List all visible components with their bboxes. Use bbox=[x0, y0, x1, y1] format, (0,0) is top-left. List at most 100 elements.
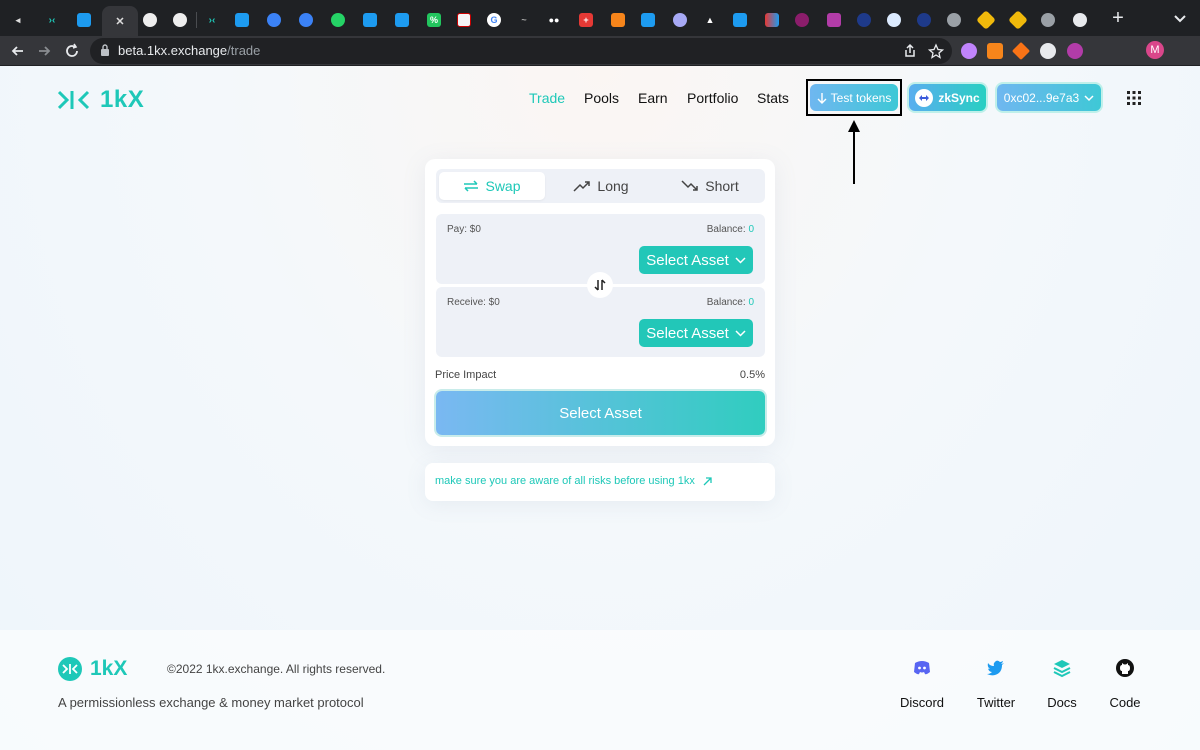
footer-logo[interactable]: 1kX bbox=[58, 657, 127, 681]
browser-tab[interactable] bbox=[1004, 8, 1032, 32]
chrome-favicon-icon bbox=[1073, 13, 1087, 27]
pay-select-asset-button[interactable]: Select Asset bbox=[639, 246, 753, 274]
tab-swap[interactable]: Swap bbox=[439, 172, 545, 200]
tab-long[interactable]: Long bbox=[548, 172, 654, 200]
browser-tab[interactable] bbox=[910, 8, 938, 32]
address-bar[interactable]: beta.1kx.exchange/trade bbox=[90, 38, 952, 64]
browser-tab[interactable] bbox=[726, 8, 754, 32]
new-tab-icon[interactable]: + bbox=[1108, 8, 1128, 28]
browser-tab[interactable]: % bbox=[420, 8, 448, 32]
1kx-favicon-icon: ›‹ bbox=[208, 14, 216, 26]
risk-notice-link[interactable]: make sure you are aware of all risks bef… bbox=[435, 475, 712, 487]
footer-link-code[interactable]: Code bbox=[1095, 658, 1155, 710]
binance-favicon-icon bbox=[976, 10, 996, 30]
arrow-left-icon bbox=[11, 46, 23, 56]
external-link-arrow-icon bbox=[703, 476, 712, 485]
percent-favicon-icon: % bbox=[427, 13, 441, 27]
forward-button[interactable] bbox=[34, 41, 54, 61]
browser-tab[interactable]: ▲ bbox=[696, 8, 724, 32]
nav-trade[interactable]: Trade bbox=[529, 90, 565, 106]
browser-tab[interactable] bbox=[70, 8, 98, 32]
browser-tab[interactable] bbox=[228, 8, 256, 32]
extension-icon[interactable] bbox=[1040, 43, 1056, 59]
browser-tab[interactable] bbox=[972, 8, 1000, 32]
red-plus-favicon-icon: + bbox=[579, 13, 593, 27]
footer-link-docs[interactable]: Docs bbox=[1032, 658, 1092, 710]
browser-tab[interactable]: ●● bbox=[540, 8, 568, 32]
wallet-button[interactable]: 0xc02...9e7a3 bbox=[997, 84, 1101, 111]
test-tokens-button[interactable]: Test tokens bbox=[810, 84, 898, 111]
browser-tab[interactable]: ◂ bbox=[4, 8, 32, 32]
pay-label: Pay: $0 bbox=[447, 224, 481, 235]
arrow-right-icon bbox=[39, 46, 51, 56]
browser-tab-strip: ◂ ›‹ ✕ ›‹ % G ~ ●● + ▲ + bbox=[0, 0, 1200, 36]
browser-tab[interactable]: + bbox=[572, 8, 600, 32]
extension-icon[interactable] bbox=[961, 43, 977, 59]
extension-icon[interactable] bbox=[1067, 43, 1083, 59]
browser-tab[interactable] bbox=[356, 8, 384, 32]
docs-label: Docs bbox=[1047, 695, 1077, 710]
profile-avatar[interactable]: M bbox=[1146, 41, 1164, 59]
browser-tab[interactable] bbox=[450, 8, 478, 32]
triangle-favicon-icon: ▲ bbox=[705, 15, 715, 25]
browser-tab[interactable]: G bbox=[480, 8, 508, 32]
docs-stack-icon bbox=[1053, 660, 1071, 678]
bookmark-star-icon[interactable] bbox=[928, 43, 944, 59]
browser-tab[interactable] bbox=[788, 8, 816, 32]
risk-notice[interactable]: make sure you are aware of all risks bef… bbox=[425, 463, 775, 501]
browser-tab[interactable] bbox=[604, 8, 632, 32]
browser-tab[interactable] bbox=[666, 8, 694, 32]
browser-tab[interactable] bbox=[388, 8, 416, 32]
twitter-icon bbox=[987, 660, 1004, 676]
browser-tab[interactable] bbox=[324, 8, 352, 32]
metamask-extension-icon[interactable] bbox=[987, 43, 1003, 59]
footer-link-twitter[interactable]: Twitter bbox=[966, 658, 1026, 710]
zksync-logo-icon bbox=[915, 88, 934, 107]
footer-link-discord[interactable]: Discord bbox=[892, 658, 952, 710]
nav-portfolio[interactable]: Portfolio bbox=[687, 90, 738, 106]
browser-tab[interactable] bbox=[634, 8, 662, 32]
network-button[interactable]: zkSync bbox=[909, 84, 986, 111]
apps-grid-icon[interactable] bbox=[1127, 91, 1141, 105]
brand-name: 1kX bbox=[100, 86, 145, 113]
browser-tab[interactable] bbox=[136, 8, 164, 32]
tab-search-chevron-icon[interactable] bbox=[1172, 10, 1188, 26]
browser-tab[interactable]: ›‹ bbox=[198, 8, 226, 32]
colorful-favicon-icon bbox=[765, 13, 779, 27]
browser-tab[interactable]: ›‹ bbox=[38, 8, 66, 32]
browser-tab-active[interactable]: ✕ bbox=[102, 6, 138, 36]
audio-tab-icon: ◂ bbox=[15, 14, 21, 25]
close-tab-icon[interactable]: ✕ bbox=[113, 14, 127, 28]
share-icon[interactable] bbox=[902, 43, 918, 59]
chevron-down-icon bbox=[1084, 94, 1094, 101]
trade-mode-tabs: Swap Long Short bbox=[436, 169, 765, 203]
nav-pools[interactable]: Pools bbox=[584, 90, 619, 106]
flip-assets-button[interactable] bbox=[587, 272, 613, 298]
brand-logo[interactable]: 1kX bbox=[58, 86, 144, 114]
browser-tab[interactable] bbox=[940, 8, 968, 32]
browser-tab[interactable] bbox=[850, 8, 878, 32]
github-icon bbox=[1116, 659, 1134, 677]
browser-tab[interactable] bbox=[292, 8, 320, 32]
calendar-favicon-icon bbox=[457, 13, 471, 27]
receive-select-asset-button[interactable]: Select Asset bbox=[639, 319, 753, 347]
browser-tab[interactable] bbox=[758, 8, 786, 32]
purple-favicon-icon bbox=[673, 13, 687, 27]
reload-button[interactable] bbox=[62, 41, 82, 61]
nav-stats[interactable]: Stats bbox=[757, 90, 789, 106]
nav-earn[interactable]: Earn bbox=[638, 90, 668, 106]
browser-tab[interactable] bbox=[1066, 8, 1094, 32]
back-button[interactable] bbox=[8, 41, 28, 61]
browser-tab[interactable] bbox=[820, 8, 848, 32]
browser-tab[interactable] bbox=[1034, 8, 1062, 32]
tab-short[interactable]: Short bbox=[657, 172, 763, 200]
lock-icon[interactable] bbox=[100, 44, 110, 57]
browser-tab[interactable]: ~ bbox=[510, 8, 538, 32]
submit-select-asset-button[interactable]: Select Asset bbox=[436, 391, 765, 435]
chevron-down-icon bbox=[735, 329, 746, 337]
browser-tab[interactable] bbox=[260, 8, 288, 32]
url-path: /trade bbox=[227, 43, 261, 58]
browser-tab[interactable] bbox=[166, 8, 194, 32]
extension-icon[interactable] bbox=[1011, 41, 1031, 61]
browser-tab[interactable] bbox=[880, 8, 908, 32]
